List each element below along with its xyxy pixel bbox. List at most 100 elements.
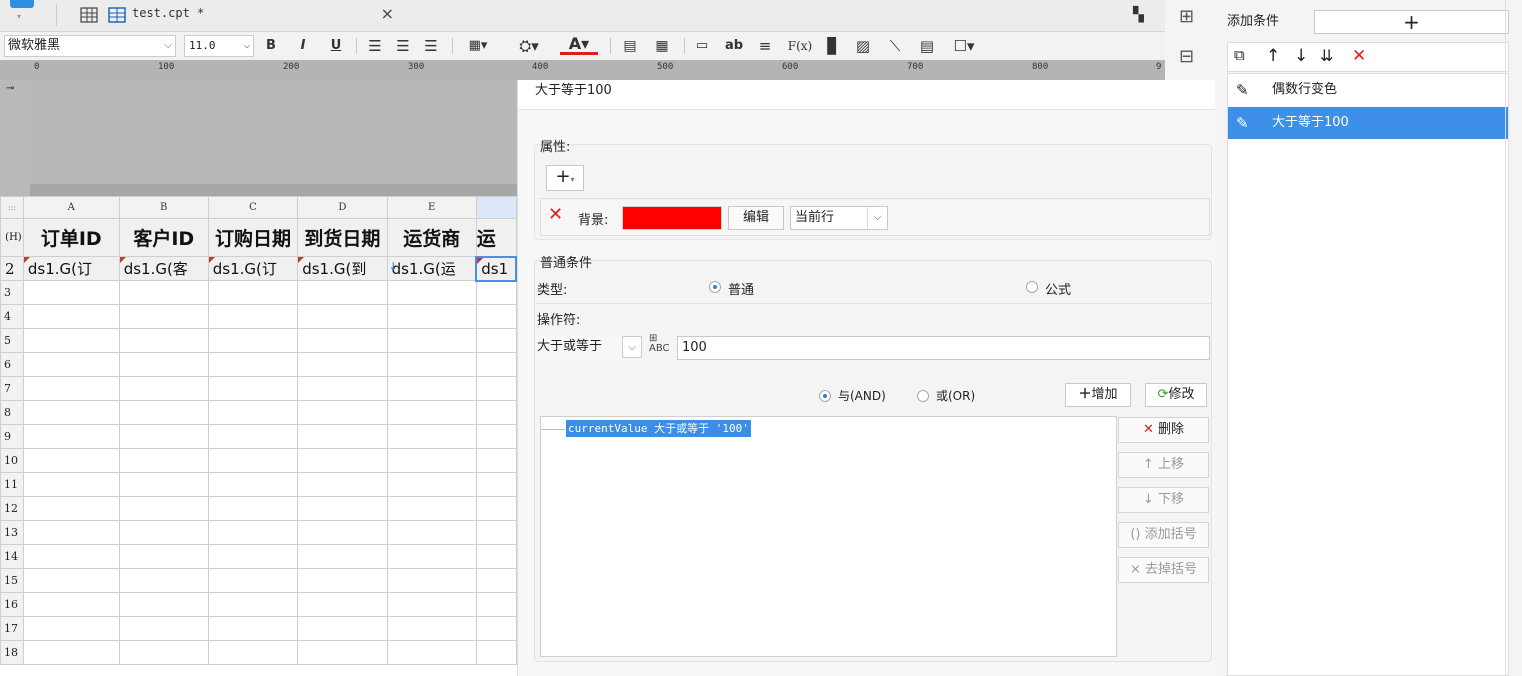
empty-cell[interactable] — [118, 280, 209, 305]
sheet-template-icon[interactable] — [80, 6, 98, 24]
row-header[interactable]: 14 — [0, 544, 24, 569]
empty-cell[interactable] — [207, 448, 299, 473]
empty-cell[interactable] — [22, 544, 120, 569]
empty-cell[interactable] — [297, 472, 388, 497]
row-header[interactable]: (H) — [0, 218, 24, 257]
empty-cell[interactable] — [475, 280, 517, 305]
empty-cell[interactable] — [475, 400, 517, 425]
formula-tool-button[interactable]: F(x) — [786, 35, 814, 57]
remove-parenthesis-button[interactable]: ⨯ 去掉括号 — [1118, 557, 1209, 583]
empty-cell[interactable] — [386, 616, 477, 641]
align-right-icon[interactable]: ☰ — [422, 35, 440, 57]
header-cell[interactable]: 运货商 — [386, 218, 477, 257]
fill-color-icon[interactable]: ⛭▾ — [510, 35, 548, 57]
remove-attribute-icon[interactable]: ✕ — [548, 204, 563, 225]
empty-cell[interactable] — [22, 520, 120, 545]
empty-cell[interactable] — [297, 352, 388, 377]
empty-cell[interactable] — [386, 328, 477, 353]
underline-button[interactable]: U — [328, 35, 344, 57]
app-menu-icon[interactable] — [10, 0, 34, 8]
empty-cell[interactable] — [297, 424, 388, 449]
empty-cell[interactable] — [22, 472, 120, 497]
empty-cell[interactable] — [118, 328, 209, 353]
cell-attribute-icon[interactable]: ⊞ — [1179, 6, 1194, 27]
empty-cell[interactable] — [386, 424, 477, 449]
empty-cell[interactable] — [297, 616, 388, 641]
empty-cell[interactable] — [386, 544, 477, 569]
unmerge-cells-icon[interactable]: ▦ — [652, 35, 672, 57]
row-header[interactable]: 16 — [0, 592, 24, 617]
font-family-select[interactable]: 微软雅黑 ⌵ — [4, 35, 176, 57]
value-input[interactable]: 100 — [677, 336, 1210, 360]
empty-cell[interactable] — [118, 616, 209, 641]
empty-cell[interactable] — [118, 544, 209, 569]
empty-cell[interactable] — [207, 496, 299, 521]
empty-cell[interactable] — [22, 616, 120, 641]
subreport-icon[interactable]: ▤ — [916, 35, 938, 57]
widget-settings-icon[interactable]: ⊟ — [1179, 46, 1194, 67]
empty-cell[interactable] — [475, 592, 517, 617]
empty-cell[interactable] — [118, 352, 209, 377]
image-icon[interactable]: ▨ — [852, 35, 874, 57]
empty-cell[interactable] — [386, 640, 477, 665]
operator-select[interactable]: 大于或等于 ⌵ — [536, 336, 642, 360]
add-parenthesis-button[interactable]: () 添加括号 — [1118, 522, 1209, 548]
empty-cell[interactable] — [386, 352, 477, 377]
empty-cell[interactable] — [22, 376, 120, 401]
empty-cell[interactable] — [207, 424, 299, 449]
empty-cell[interactable] — [207, 616, 299, 641]
empty-cell[interactable] — [207, 376, 299, 401]
row-header[interactable]: 8 — [0, 400, 24, 425]
row-header[interactable]: 6 — [0, 352, 24, 377]
column-header[interactable]: C — [207, 196, 299, 219]
empty-cell[interactable] — [386, 400, 477, 425]
empty-cell[interactable] — [297, 496, 388, 521]
text-tool-button[interactable]: ab — [722, 35, 746, 57]
delete-condition-button[interactable]: ✕ 删除 — [1118, 417, 1209, 443]
logic-or-radio[interactable] — [917, 390, 929, 402]
empty-cell[interactable] — [22, 640, 120, 665]
empty-cell[interactable] — [118, 304, 209, 329]
empty-cell[interactable] — [118, 448, 209, 473]
header-cell[interactable]: 订购日期 — [207, 218, 299, 257]
empty-cell[interactable] — [297, 520, 388, 545]
empty-cell[interactable] — [118, 376, 209, 401]
empty-cell[interactable] — [297, 400, 388, 425]
logic-and-radio[interactable] — [819, 390, 831, 402]
row-header[interactable]: 2 — [0, 256, 24, 281]
empty-cell[interactable] — [386, 520, 477, 545]
move-up-icon[interactable]: ↑ — [1266, 46, 1280, 66]
add-attribute-button[interactable]: +▾ — [546, 165, 584, 191]
empty-cell[interactable] — [118, 472, 209, 497]
empty-cell[interactable] — [297, 592, 388, 617]
column-header[interactable]: A — [22, 196, 120, 219]
empty-cell[interactable] — [22, 400, 120, 425]
row-header[interactable]: 12 — [0, 496, 24, 521]
condition-list-item[interactable]: ✎ 偶数行变色 — [1228, 74, 1508, 106]
header-cell[interactable]: 客户ID — [118, 218, 209, 257]
empty-cell[interactable] — [475, 328, 517, 353]
empty-cell[interactable] — [207, 520, 299, 545]
add-condition-button[interactable]: ＋增加 — [1065, 383, 1131, 407]
empty-cell[interactable] — [22, 424, 120, 449]
empty-cell[interactable] — [22, 568, 120, 593]
bold-button[interactable]: B — [262, 35, 280, 57]
row-header[interactable]: 9 — [0, 424, 24, 449]
empty-cell[interactable] — [207, 400, 299, 425]
empty-cell[interactable] — [297, 568, 388, 593]
empty-cell[interactable] — [475, 448, 517, 473]
app-menu-caret-icon[interactable]: ▾ — [17, 12, 21, 21]
empty-cell[interactable] — [118, 496, 209, 521]
font-size-select[interactable]: 11.0 ⌵ — [184, 35, 254, 57]
widget-icon[interactable]: ☐▾ — [948, 35, 980, 57]
empty-cell[interactable] — [297, 328, 388, 353]
corner-select-all[interactable]: ::: — [0, 196, 24, 219]
data-cell[interactable]: ds1.G(客 — [118, 256, 209, 281]
delete-icon[interactable]: ✕ — [1352, 46, 1366, 66]
move-up-button[interactable]: ↑ 上移 — [1118, 452, 1209, 478]
row-header[interactable]: 13 — [0, 520, 24, 545]
empty-cell[interactable] — [22, 352, 120, 377]
data-cell[interactable]: ↓ ds1.G(运 — [386, 256, 477, 281]
toolbar-collapse-icon[interactable]: ▚ — [1133, 7, 1144, 23]
modify-condition-button[interactable]: ⟳修改 — [1145, 383, 1207, 407]
